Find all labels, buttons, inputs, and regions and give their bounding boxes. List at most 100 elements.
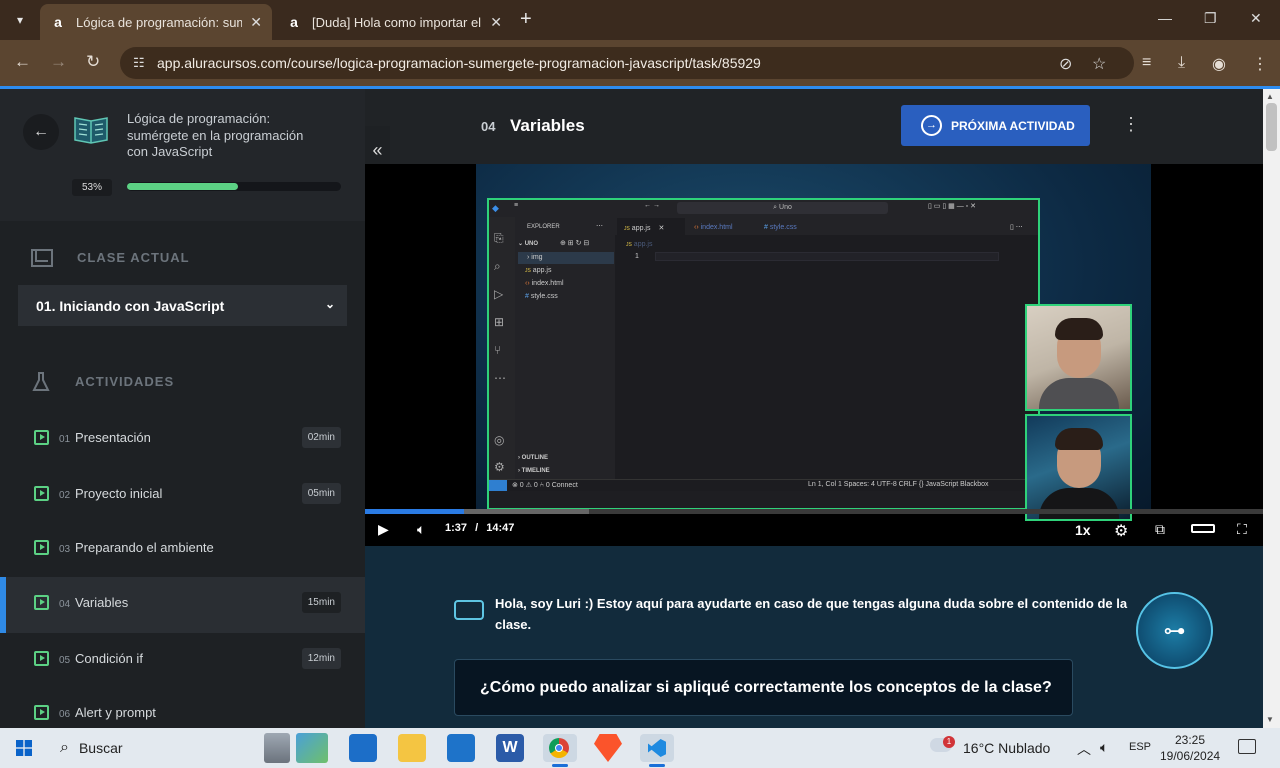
- forward-arrow-icon[interactable]: →: [50, 52, 67, 72]
- microsoft-store-icon[interactable]: [349, 734, 377, 762]
- activity-duration: 05min: [301, 483, 341, 504]
- clock-time: 23:25: [1174, 733, 1206, 747]
- person-hair: [1055, 318, 1103, 340]
- activity-number: 06: [59, 709, 71, 720]
- luri-chat-button[interactable]: ⊶: [1136, 592, 1213, 669]
- activity-item[interactable]: 03 Preparando el ambiente: [0, 522, 365, 578]
- scroll-thumb[interactable]: [1266, 103, 1277, 151]
- activity-name: Alert y prompt: [75, 705, 156, 720]
- play-icon[interactable]: ▶: [378, 521, 389, 538]
- mail-icon[interactable]: [447, 734, 475, 762]
- reload-icon[interactable]: ↻: [86, 52, 100, 72]
- download-icon[interactable]: ⤓: [1178, 54, 1185, 72]
- luri-chat-icon: ⊶: [1163, 617, 1186, 643]
- bookmark-star-icon[interactable]: ☆: [1092, 54, 1106, 74]
- tab-inactive[interactable]: a [Duda] Hola como importar el p ✕: [276, 4, 512, 40]
- file-explorer-icon[interactable]: [398, 734, 426, 762]
- tab-active[interactable]: a Lógica de programación: sumé ✕: [40, 4, 272, 40]
- luri-robot-icon: [454, 600, 484, 620]
- clock-date: 19/06/2024: [1160, 749, 1221, 763]
- notifications-icon[interactable]: [1238, 739, 1256, 754]
- picture-in-picture-icon[interactable]: ⧉: [1155, 521, 1165, 538]
- clock[interactable]: 23:25 19/06/2024: [1160, 732, 1220, 764]
- vscode-editor: [615, 235, 1038, 479]
- video-icon: [34, 486, 49, 501]
- status-right: Ln 1, Col 1 Spaces: 4 UTF-8 CRLF {} Java…: [808, 481, 989, 488]
- js-file-icon: JS: [626, 242, 632, 248]
- vscode-logo-icon: ◆: [492, 203, 499, 213]
- tab-list-chevron-icon[interactable]: ▾: [8, 8, 32, 32]
- eye-off-icon[interactable]: ⊘: [1059, 54, 1072, 74]
- site-settings-icon[interactable]: ☷: [133, 55, 145, 71]
- settings-gear-icon[interactable]: ⚙: [1114, 521, 1128, 541]
- editor-tab-indexhtml: ‹› index.html: [694, 224, 733, 231]
- tab-name: index.html: [700, 224, 733, 231]
- maps-app-icon[interactable]: [296, 733, 328, 763]
- back-arrow-icon[interactable]: ←: [14, 52, 31, 72]
- tab-close-icon[interactable]: ✕: [490, 14, 502, 31]
- outline-label: OUTLINE: [521, 455, 549, 461]
- outline-section: › OUTLINE: [518, 455, 549, 461]
- chrome-icon[interactable]: [543, 734, 577, 762]
- progress-percent: 53%: [72, 179, 112, 196]
- page-scrollbar[interactable]: [1263, 89, 1280, 728]
- activity-number: 02: [59, 490, 71, 501]
- back-button[interactable]: ←: [23, 114, 59, 150]
- video-time: 1:37 / 14:47: [445, 522, 514, 534]
- tab-name: app.js: [631, 225, 651, 232]
- theater-mode-icon[interactable]: [1191, 524, 1215, 533]
- activity-number: 01: [59, 434, 71, 445]
- volume-icon[interactable]: 🔈︎: [417, 521, 425, 538]
- tab-close-icon[interactable]: ✕: [250, 14, 262, 31]
- scroll-down-icon[interactable]: ▼: [1266, 715, 1274, 724]
- word-icon[interactable]: W: [496, 734, 524, 762]
- activity-name: Proyecto inicial: [75, 486, 163, 501]
- restore-icon[interactable]: ❐: [1204, 10, 1217, 27]
- playback-speed[interactable]: 1x: [1075, 522, 1091, 538]
- url-text[interactable]: app.aluracursos.com/course/logica-progra…: [157, 55, 761, 71]
- activity-item[interactable]: 05 Condición if 12min: [0, 633, 365, 689]
- status-left: ⊗ 0 ⚠ 0 ⑃ 0 Connect: [512, 482, 578, 489]
- current-class-dropdown[interactable]: 01. Iniciando con JavaScript ⌄: [18, 285, 347, 326]
- suggested-question-button[interactable]: ¿Cómo puedo analizar si apliqué correcta…: [454, 659, 1073, 716]
- current-time: 1:37: [445, 522, 468, 534]
- current-line-highlight: [655, 252, 999, 261]
- language-indicator[interactable]: ESP: [1129, 741, 1151, 753]
- weather-widget-trash-icon[interactable]: [264, 733, 290, 763]
- scroll-up-icon[interactable]: ▲: [1266, 92, 1274, 101]
- checklist-icon: [34, 540, 49, 555]
- file-indexhtml: ‹› index.html: [525, 280, 564, 287]
- fullscreen-icon[interactable]: ⛶: [1237, 521, 1247, 538]
- chrome-active-indicator: [552, 764, 568, 767]
- activity-item[interactable]: 02 Proyecto inicial 05min: [0, 468, 365, 524]
- taskbar-search[interactable]: ⌕ Buscar: [48, 728, 258, 768]
- course-title[interactable]: Lógica de programación: sumérgete en la …: [127, 111, 327, 161]
- speaker-icon[interactable]: 🔈︎: [1100, 739, 1108, 756]
- file-name: app.js: [532, 267, 552, 274]
- flask-icon: [32, 372, 50, 391]
- file-name: img: [531, 254, 543, 261]
- weather-text[interactable]: 16°C Nublado: [963, 740, 1050, 756]
- vscode-taskbar-icon[interactable]: [640, 734, 674, 762]
- explorer-actions-icon: ⊕ ⊞ ↻ ⊟: [560, 240, 590, 247]
- new-tab-icon[interactable]: +: [520, 8, 532, 31]
- arrow-right-circle-icon: →: [921, 115, 942, 136]
- vscode-layout-icons: ▯ ▭ ▯ ▦ — ▫ ✕: [928, 203, 976, 210]
- windows-start-icon[interactable]: [16, 740, 32, 756]
- person-body: [1039, 488, 1119, 519]
- next-activity-label: PRÓXIMA ACTIVIDAD: [951, 118, 1075, 133]
- more-options-icon[interactable]: ⋮: [1122, 114, 1140, 135]
- next-activity-button[interactable]: → PRÓXIMA ACTIVIDAD: [901, 105, 1090, 146]
- media-queue-icon[interactable]: ≡: [1142, 54, 1151, 72]
- chrome-menu-icon[interactable]: ⋮: [1252, 54, 1268, 74]
- vscode-account-icons: ◎ ⚙: [494, 433, 505, 474]
- total-time: 14:47: [486, 522, 515, 534]
- activity-item[interactable]: 04 Variables 15min: [0, 577, 365, 633]
- profile-avatar-icon[interactable]: ◉: [1212, 54, 1226, 74]
- minimize-icon[interactable]: —: [1158, 10, 1172, 26]
- timeline-section: › TIMELINE: [518, 468, 550, 474]
- activity-item[interactable]: 01 Presentación 02min: [0, 412, 365, 468]
- chevron-up-icon[interactable]: ︿: [1077, 739, 1091, 759]
- close-window-icon[interactable]: ✕: [1250, 10, 1262, 27]
- person-body: [1039, 378, 1119, 409]
